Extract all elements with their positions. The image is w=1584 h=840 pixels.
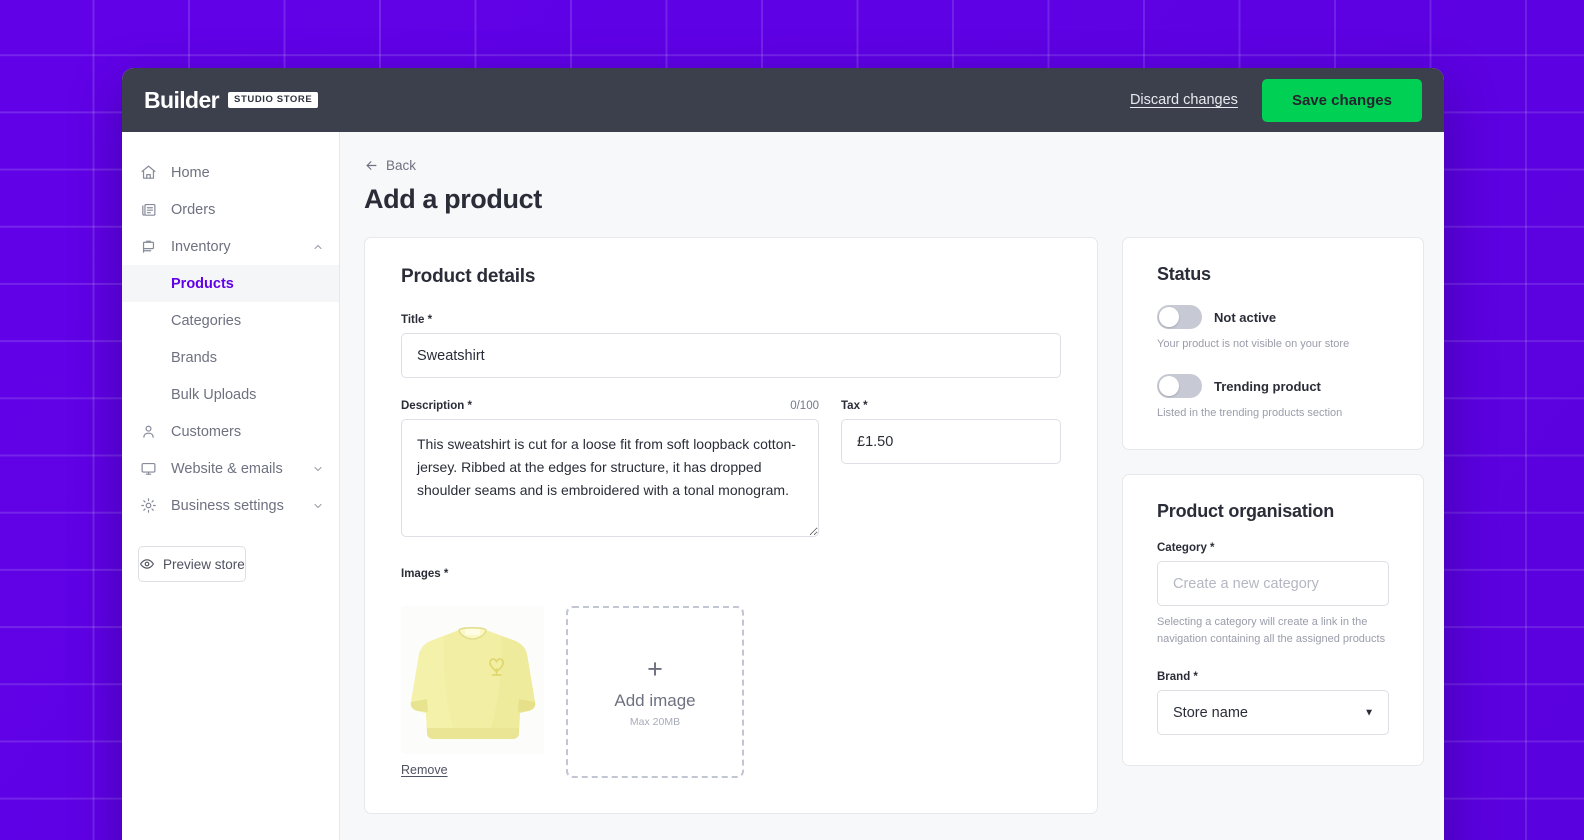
sidebar-item-products[interactable]: Products xyxy=(122,265,339,302)
sidebar-item-customers[interactable]: Customers xyxy=(122,413,339,450)
sidebar-item-inventory[interactable]: Inventory xyxy=(122,228,339,265)
sidebar-item-business-settings[interactable]: Business settings xyxy=(122,487,339,524)
save-changes-button[interactable]: Save changes xyxy=(1261,78,1422,122)
product-organisation-card: Product organisation Category * Selectin… xyxy=(1122,474,1424,766)
status-toggle-block: Not active Your product is not visible o… xyxy=(1157,305,1389,350)
product-image-thumbnail[interactable] xyxy=(401,606,544,754)
status-card-title: Status xyxy=(1157,264,1211,284)
add-image-dropzone[interactable]: + Add image Max 20MB xyxy=(566,606,744,778)
sidebar-subitem-label: Categories xyxy=(171,312,242,329)
back-button[interactable]: Back xyxy=(364,158,416,173)
right-column: Status Not active Your product is not vi… xyxy=(1122,237,1424,766)
sidebar-item-label: Orders xyxy=(171,201,216,218)
main-content: Back Add a product Product details Title… xyxy=(340,132,1444,840)
description-textarea[interactable] xyxy=(401,419,819,537)
app-window: Builder STUDIO STORE Discard changes Sav… xyxy=(122,68,1444,840)
trending-toggle-block: Trending product Listed in the trending … xyxy=(1157,374,1389,419)
gear-icon xyxy=(140,497,161,514)
brand-field-label: Brand * xyxy=(1157,671,1198,683)
customers-icon xyxy=(140,423,161,440)
active-status-toggle[interactable] xyxy=(1157,305,1202,329)
toggle-knob xyxy=(1159,307,1179,327)
active-status-label: Not active xyxy=(1214,309,1277,325)
sidebar-item-label: Customers xyxy=(171,423,242,440)
orders-icon xyxy=(140,201,161,218)
sidebar-subitem-label: Products xyxy=(171,275,234,292)
logo-badge: STUDIO STORE xyxy=(228,92,319,108)
sidebar-subitem-label: Bulk Uploads xyxy=(171,386,257,403)
tax-input[interactable] xyxy=(841,419,1061,464)
tax-group: Tax * xyxy=(841,400,1061,542)
add-image-max-size: Max 20MB xyxy=(629,716,681,728)
category-input[interactable] xyxy=(1157,561,1389,606)
preview-store-button[interactable]: Preview store xyxy=(138,546,246,582)
monitor-icon xyxy=(140,460,161,477)
sidebar-item-orders[interactable]: Orders xyxy=(122,191,339,228)
back-label: Back xyxy=(386,158,417,173)
sidebar-item-website-emails[interactable]: Website & emails xyxy=(122,450,339,487)
chevron-down-icon xyxy=(312,463,324,475)
sidebar-subitem-label: Brands xyxy=(171,349,217,366)
content-columns: Product details Title * Description * 0/… xyxy=(364,237,1424,814)
arrow-left-icon xyxy=(364,158,379,173)
app-body: Home Orders Inventory Products Categorie… xyxy=(122,132,1444,840)
product-details-card: Product details Title * Description * 0/… xyxy=(364,237,1098,814)
top-bar: Builder STUDIO STORE Discard changes Sav… xyxy=(122,68,1444,132)
top-bar-actions: Discard changes Save changes xyxy=(1130,78,1422,122)
plus-icon: + xyxy=(647,654,663,684)
discard-changes-button[interactable]: Discard changes xyxy=(1130,92,1238,108)
images-field-label: Images * xyxy=(401,568,449,580)
sidebar-item-bulk-uploads[interactable]: Bulk Uploads xyxy=(122,376,339,413)
eye-icon xyxy=(139,556,155,572)
sidebar: Home Orders Inventory Products Categorie… xyxy=(122,132,340,840)
status-card: Status Not active Your product is not vi… xyxy=(1122,237,1424,450)
toggle-knob xyxy=(1159,376,1179,396)
description-group: Description * 0/100 xyxy=(401,400,819,542)
sidebar-item-label: Business settings xyxy=(171,497,284,514)
page-title: Add a product xyxy=(364,184,542,214)
remove-image-link[interactable]: Remove xyxy=(401,763,448,777)
sidebar-item-label: Inventory xyxy=(171,238,231,255)
tax-field-label: Tax * xyxy=(841,400,868,412)
app-logo[interactable]: Builder STUDIO STORE xyxy=(144,86,319,114)
product-details-title: Product details xyxy=(401,266,536,287)
description-char-count: 0/100 xyxy=(790,400,819,412)
active-status-help: Your product is not visible on your stor… xyxy=(1157,338,1350,350)
brand-select[interactable] xyxy=(1157,690,1389,735)
product-organisation-title: Product organisation xyxy=(1157,501,1335,521)
sidebar-item-brands[interactable]: Brands xyxy=(122,339,339,376)
preview-store-label: Preview store xyxy=(163,556,245,572)
sidebar-item-home[interactable]: Home xyxy=(122,154,339,191)
image-thumb-group: Remove xyxy=(401,606,544,779)
home-icon xyxy=(140,164,161,181)
add-image-label: Add image xyxy=(614,691,696,710)
category-field-label: Category * xyxy=(1157,542,1215,554)
title-field-label: Title * xyxy=(401,314,433,326)
trending-product-label: Trending product xyxy=(1214,378,1321,394)
trending-product-toggle[interactable] xyxy=(1157,374,1202,398)
trending-product-help: Listed in the trending products section xyxy=(1157,407,1343,419)
inventory-icon xyxy=(140,238,161,255)
sidebar-item-categories[interactable]: Categories xyxy=(122,302,339,339)
sidebar-item-label: Website & emails xyxy=(171,460,283,477)
left-column: Product details Title * Description * 0/… xyxy=(364,237,1098,814)
sidebar-item-label: Home xyxy=(171,164,210,181)
category-help-text: Selecting a category will create a link … xyxy=(1157,616,1386,645)
chevron-down-icon xyxy=(312,500,324,512)
images-row: Remove + Add image Max 20MB xyxy=(401,606,1061,779)
chevron-up-icon xyxy=(312,241,324,253)
logo-wordmark: Builder xyxy=(144,86,220,113)
title-input[interactable] xyxy=(401,333,1061,378)
description-field-label: Description * xyxy=(401,400,472,412)
sweatshirt-illustration xyxy=(401,606,544,754)
